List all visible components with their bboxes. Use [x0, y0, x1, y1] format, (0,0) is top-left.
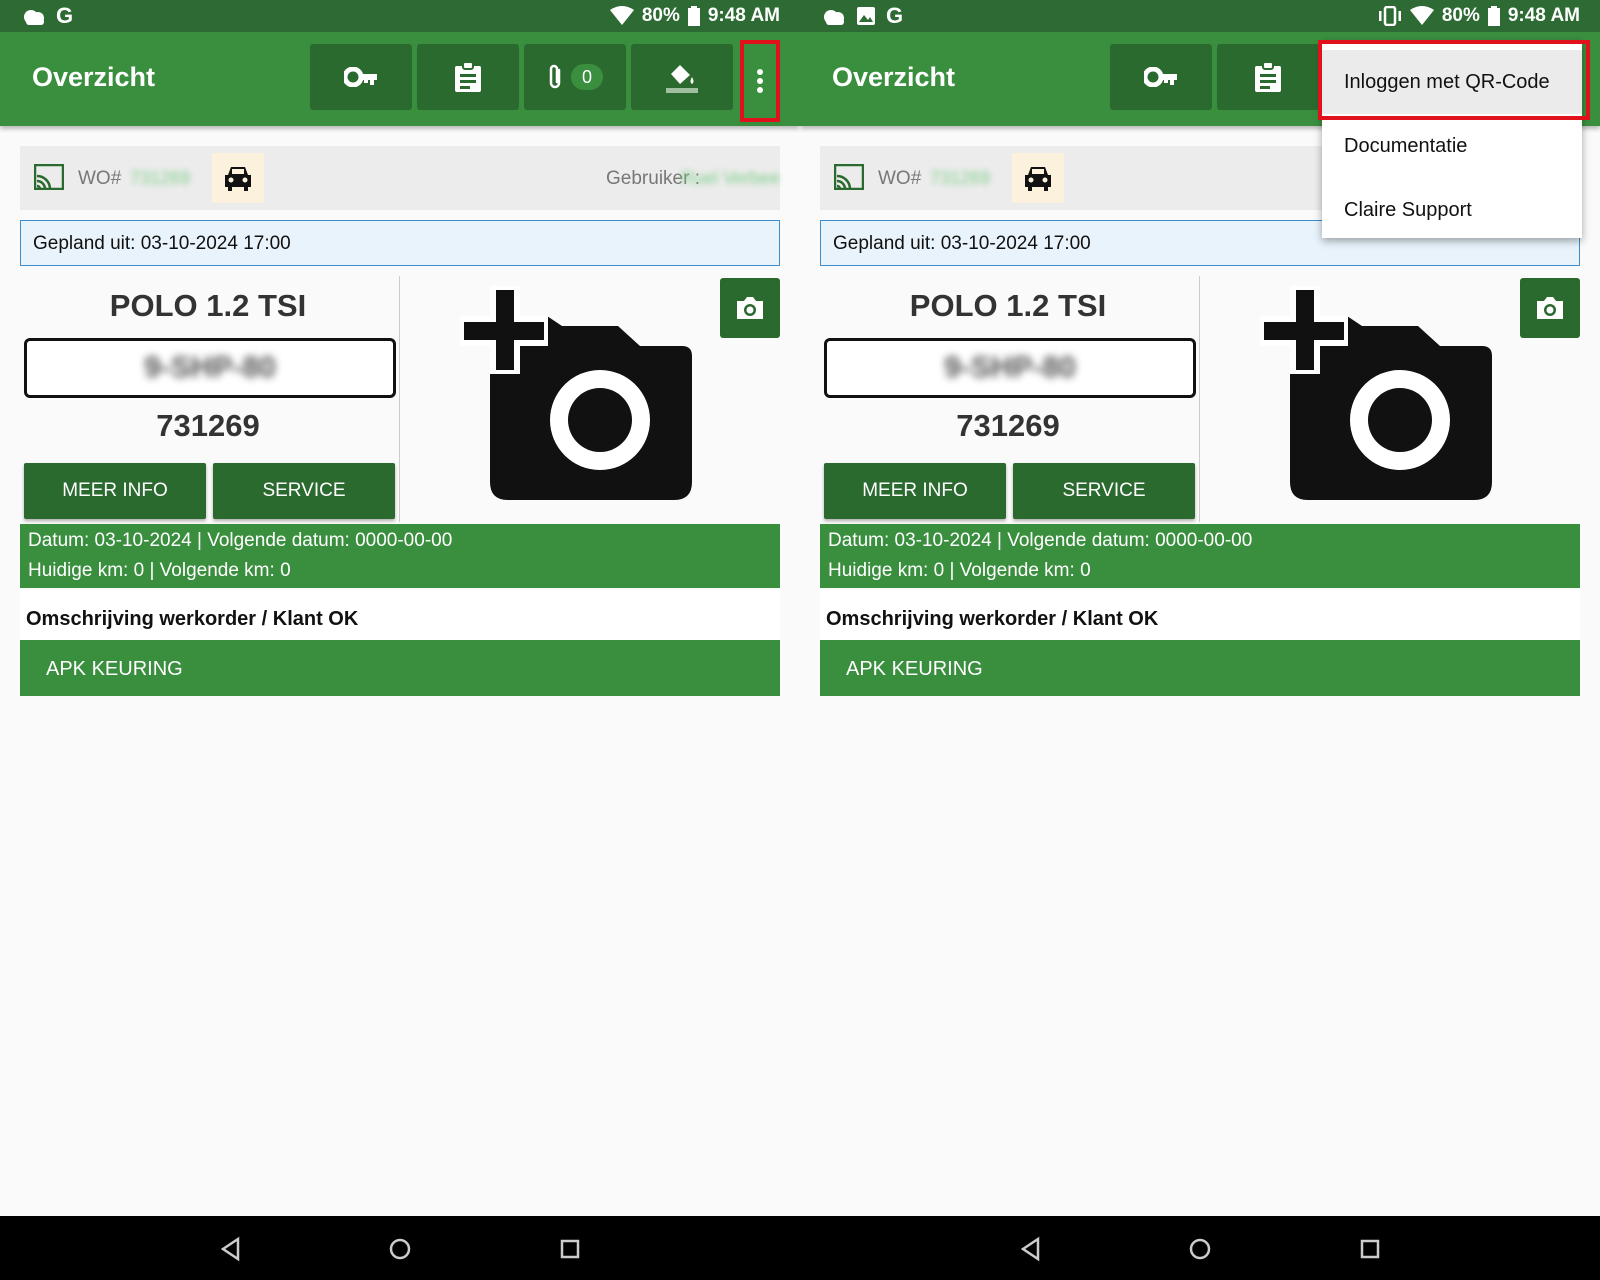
- description-row: Omschrijving werkorder / Klant OK: [20, 590, 780, 640]
- license-plate: 9-SHP-80: [824, 338, 1196, 398]
- wifi-icon: [609, 6, 634, 25]
- status-bar: G 80% 9:48 AM: [0, 0, 800, 32]
- battery-percent: 80%: [641, 5, 680, 26]
- date-line: Datum: 03-10-2024 | Volgende datum: 0000…: [28, 530, 453, 551]
- key-icon: [1144, 67, 1177, 87]
- more-info-button[interactable]: MEER INFO: [24, 463, 206, 519]
- date-info: Datum: 03-10-2024 | Volgende datum: 0000…: [20, 524, 780, 588]
- app-title: Overzicht: [32, 62, 156, 92]
- add-photo-icon[interactable]: [460, 286, 704, 502]
- camera-icon: [1537, 297, 1563, 319]
- car-badge[interactable]: [212, 153, 264, 203]
- car-icon: [225, 167, 251, 191]
- clock: 9:48 AM: [707, 5, 780, 26]
- wifi-icon: [1409, 6, 1434, 25]
- key-button[interactable]: [1110, 44, 1212, 110]
- vehicle-number: 731269: [956, 408, 1060, 443]
- planned-out: Gepland uit: 03-10-2024 17:00: [20, 220, 780, 266]
- clipboard-button[interactable]: [417, 44, 519, 110]
- work-order-strip: WO# 731269 Gebruiker : Ruel Verbee: [20, 146, 780, 210]
- menu-item-support[interactable]: Claire Support: [1322, 178, 1582, 242]
- attachment-button[interactable]: 0: [524, 44, 626, 110]
- job-item-apk[interactable]: APK KEURING: [20, 640, 780, 696]
- job-item-apk[interactable]: APK KEURING: [820, 640, 1580, 696]
- km-line: Huidige km: 0 | Volgende km: 0: [828, 560, 1091, 581]
- wo-label: WO#: [78, 168, 122, 189]
- description-row: Omschrijving werkorder / Klant OK: [820, 590, 1580, 640]
- date-line: Datum: 03-10-2024 | Volgende datum: 0000…: [828, 530, 1253, 551]
- key-icon: [344, 67, 377, 87]
- home-icon[interactable]: [387, 1236, 413, 1262]
- description-header: Omschrijving werkorder / Klant OK: [826, 608, 1159, 630]
- license-plate: 9-SHP-80: [24, 338, 396, 398]
- cast-icon: [834, 164, 864, 190]
- car-icon: [1025, 167, 1051, 191]
- vehicle-number: 731269: [156, 408, 260, 443]
- vibrate-icon: [1378, 6, 1401, 26]
- service-button[interactable]: SERVICE: [213, 463, 395, 519]
- app-bar: Overzicht 0: [0, 32, 800, 126]
- cast-icon: [34, 164, 64, 190]
- left-screen: G 80% 9:48 AM Overzicht 0 WO# 731269 Geb…: [0, 0, 800, 1216]
- menu-item-documentation[interactable]: Documentatie: [1322, 114, 1582, 178]
- more-info-button[interactable]: MEER INFO: [824, 463, 1006, 519]
- paperclip-icon: [549, 64, 561, 89]
- key-button[interactable]: [310, 44, 412, 110]
- back-icon[interactable]: [218, 1236, 244, 1262]
- km-line: Huidige km: 0 | Volgende km: 0: [28, 560, 291, 581]
- recents-icon[interactable]: [557, 1236, 583, 1262]
- google-icon: G: [56, 3, 74, 28]
- home-icon[interactable]: [1187, 1236, 1213, 1262]
- vehicle-model: POLO 1.2 TSI: [909, 288, 1107, 323]
- back-icon[interactable]: [1018, 1236, 1044, 1262]
- wo-label: WO#: [878, 168, 922, 189]
- battery-icon: [1487, 6, 1500, 26]
- car-badge[interactable]: [1012, 153, 1064, 203]
- add-photo-icon[interactable]: [1260, 286, 1504, 502]
- vehicle-info: POLO 1.2 TSI 9-SHP-80 731269 MEER INFO S…: [20, 276, 400, 522]
- vehicle-model: POLO 1.2 TSI: [109, 288, 307, 323]
- clipboard-icon: [1255, 62, 1281, 92]
- battery-icon: [687, 6, 700, 26]
- attachment-count-badge: 0: [571, 64, 603, 90]
- description-header: Omschrijving werkorder / Klant OK: [26, 608, 359, 630]
- highlight-qr-login: [1318, 40, 1590, 120]
- license-plate-text: 9-SHP-80: [144, 351, 276, 384]
- highlight-overflow-button: [740, 40, 780, 122]
- weather-icon: [24, 10, 44, 25]
- user-name-blurred: Ruel Verbee: [680, 168, 780, 188]
- license-plate-text: 9-SHP-80: [944, 351, 1076, 384]
- wo-number-blurred: 731269: [930, 168, 991, 188]
- wo-number-blurred: 731269: [130, 168, 191, 188]
- camera-button[interactable]: [1520, 278, 1580, 338]
- service-button[interactable]: SERVICE: [1013, 463, 1195, 519]
- camera-icon: [737, 297, 763, 319]
- weather-icon: [824, 10, 844, 25]
- clock: 9:48 AM: [1507, 5, 1580, 26]
- vehicle-info: POLO 1.2 TSI 9-SHP-80 731269 MEER INFO S…: [820, 276, 1200, 522]
- date-info: Datum: 03-10-2024 | Volgende datum: 0000…: [820, 524, 1580, 588]
- clipboard-button[interactable]: [1217, 44, 1319, 110]
- app-title: Overzicht: [832, 62, 956, 92]
- clipboard-icon: [455, 62, 481, 92]
- battery-percent: 80%: [1441, 5, 1480, 26]
- status-bar: G 80% 9:48 AM: [800, 0, 1600, 32]
- image-icon: [857, 7, 875, 25]
- camera-button[interactable]: [720, 278, 780, 338]
- right-screen: G 80% 9:48 AM Overzicht WO# 731269 Gepla…: [800, 0, 1600, 1216]
- navigation-bar: [0, 1216, 1600, 1280]
- google-icon: G: [886, 3, 904, 28]
- paint-bucket-icon: [666, 65, 698, 93]
- paint-bucket-button[interactable]: [631, 44, 733, 110]
- screenshot-stage: G 80% 9:48 AM Overzicht 0 WO# 731269 Geb…: [0, 0, 1600, 1280]
- recents-icon[interactable]: [1357, 1236, 1383, 1262]
